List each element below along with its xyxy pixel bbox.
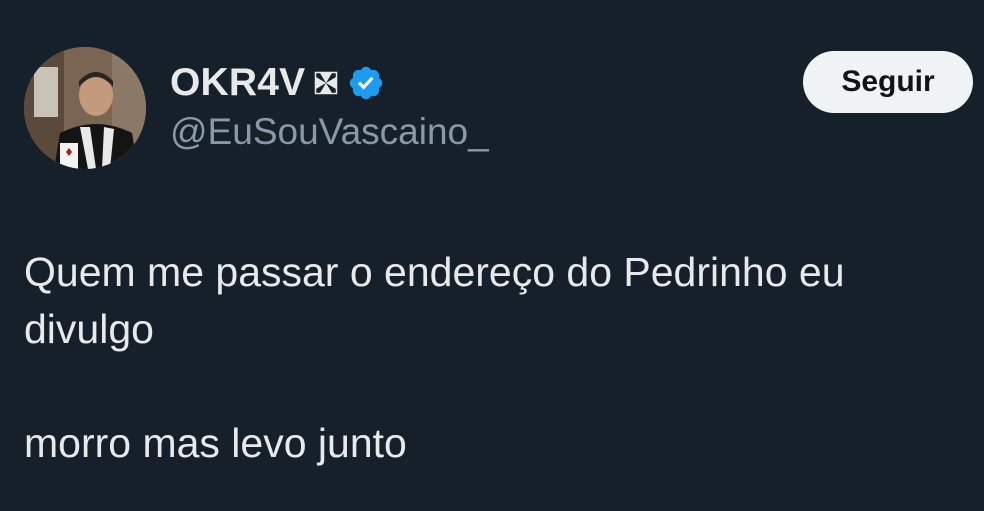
tweet-line: Quem me passar o endereço do Pedrinho eu [24,249,845,295]
maltese-cross-icon [314,71,338,95]
verified-badge-icon[interactable] [347,64,385,102]
follow-button[interactable]: Seguir [803,51,973,113]
tweet-line: divulgo [24,306,154,352]
tweet-card: OKR4V @EuSouVascaino_ Seguir Quem me pas… [0,0,984,511]
tweet-line: morro mas levo junto [24,420,407,466]
avatar[interactable] [24,47,146,169]
author-name-row: OKR4V [170,60,385,106]
author-handle[interactable]: @EuSouVascaino_ [170,111,489,153]
tweet-text: Quem me passar o endereço do Pedrinho eu… [24,244,964,472]
profile-photo [24,47,146,169]
display-name[interactable]: OKR4V [170,61,305,105]
